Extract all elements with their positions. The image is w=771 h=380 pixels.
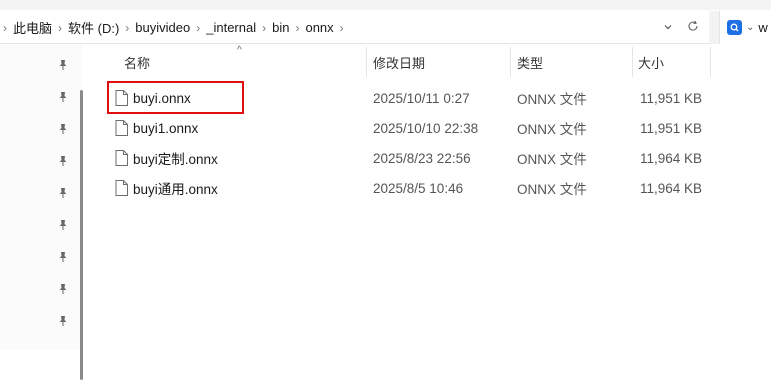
chevron-right-icon[interactable]: › bbox=[55, 21, 65, 35]
file-type: ONNX 文件 bbox=[517, 182, 587, 197]
pin-icon[interactable] bbox=[56, 314, 70, 328]
file-row[interactable]: buyi1.onnx 2025/10/10 22:38 ONNX 文件 11,9… bbox=[100, 113, 711, 143]
column-divider[interactable] bbox=[510, 47, 511, 77]
column-type[interactable]: 类型 bbox=[517, 47, 543, 77]
breadcrumb: › 此电脑 › 软件 (D:) › buyivideo › _internal … bbox=[0, 11, 347, 44]
pin-icon[interactable] bbox=[56, 58, 70, 72]
file-date: 2025/10/11 0:27 bbox=[373, 90, 470, 106]
pin-icon[interactable] bbox=[56, 186, 70, 200]
chevron-right-icon[interactable]: › bbox=[122, 21, 132, 35]
chevron-down-icon[interactable]: ⌄ bbox=[746, 22, 754, 33]
chevron-right-icon[interactable]: › bbox=[193, 21, 203, 35]
chevron-down-icon[interactable] bbox=[663, 20, 673, 35]
toolbar-gap bbox=[709, 11, 719, 44]
chevron-right-icon[interactable]: › bbox=[259, 21, 269, 35]
breadcrumb-drive-d[interactable]: 软件 (D:) bbox=[65, 18, 122, 37]
pin-icon[interactable] bbox=[56, 282, 70, 296]
file-date: 2025/10/10 22:38 bbox=[373, 120, 479, 136]
file-type: ONNX 文件 bbox=[517, 152, 587, 167]
column-size[interactable]: 大小 bbox=[638, 47, 664, 77]
column-divider[interactable] bbox=[366, 47, 367, 77]
file-name[interactable]: buyi1.onnx bbox=[133, 113, 198, 143]
file-size: 11,964 KB bbox=[640, 150, 703, 166]
file-type: ONNX 文件 bbox=[517, 92, 587, 107]
pin-icon[interactable] bbox=[56, 90, 70, 104]
file-icon bbox=[115, 120, 128, 136]
file-row[interactable]: buyi定制.onnx 2025/8/23 22:56 ONNX 文件 11,9… bbox=[100, 143, 711, 173]
file-name[interactable]: buyi定制.onnx bbox=[133, 143, 218, 173]
file-date: 2025/8/5 10:46 bbox=[373, 180, 464, 196]
file-icon bbox=[115, 150, 128, 166]
chevron-right-icon[interactable]: › bbox=[337, 21, 347, 35]
nav-scrollbar[interactable] bbox=[80, 90, 83, 380]
file-size: 11,951 KB bbox=[640, 90, 703, 106]
breadcrumb-this-pc[interactable]: 此电脑 bbox=[10, 18, 55, 37]
column-divider[interactable] bbox=[710, 47, 711, 77]
column-name[interactable]: 名称 bbox=[124, 47, 150, 77]
search-box[interactable]: ⌄ w bbox=[719, 11, 771, 44]
search-input[interactable]: w bbox=[758, 20, 767, 35]
breadcrumb-buyivideo[interactable]: buyivideo bbox=[132, 20, 193, 35]
file-icon bbox=[115, 180, 128, 196]
chevron-right-icon[interactable]: › bbox=[0, 21, 10, 35]
pin-icon[interactable] bbox=[56, 250, 70, 264]
chevron-right-icon[interactable]: › bbox=[292, 21, 302, 35]
column-divider[interactable] bbox=[632, 47, 633, 77]
address-bar[interactable]: › 此电脑 › 软件 (D:) › buyivideo › _internal … bbox=[0, 11, 709, 44]
file-type: ONNX 文件 bbox=[517, 122, 587, 137]
file-size: 11,964 KB bbox=[640, 180, 703, 196]
pin-icon[interactable] bbox=[56, 122, 70, 136]
breadcrumb-bin[interactable]: bin bbox=[269, 20, 292, 35]
pin-icon[interactable] bbox=[56, 154, 70, 168]
title-strip bbox=[0, 0, 771, 10]
breadcrumb-onnx[interactable]: onnx bbox=[302, 20, 336, 35]
navigation-pane bbox=[0, 44, 83, 380]
file-name[interactable]: buyi通用.onnx bbox=[133, 173, 218, 203]
breadcrumb-internal[interactable]: _internal bbox=[203, 20, 259, 35]
column-header: ^ 名称 修改日期 类型 大小 bbox=[100, 45, 711, 77]
pin-icon[interactable] bbox=[56, 218, 70, 232]
highlight-annotation bbox=[107, 81, 244, 114]
sort-ascending-icon: ^ bbox=[237, 45, 242, 56]
search-engine-icon bbox=[727, 20, 742, 35]
file-list: ^ 名称 修改日期 类型 大小 buyi.onnx 2025/10/11 0:2… bbox=[100, 44, 771, 350]
file-date: 2025/8/23 22:56 bbox=[373, 150, 471, 166]
file-row[interactable]: buyi通用.onnx 2025/8/5 10:46 ONNX 文件 11,96… bbox=[100, 173, 711, 203]
column-date[interactable]: 修改日期 bbox=[373, 47, 425, 77]
file-size: 11,951 KB bbox=[640, 120, 703, 136]
refresh-icon[interactable] bbox=[687, 20, 699, 35]
